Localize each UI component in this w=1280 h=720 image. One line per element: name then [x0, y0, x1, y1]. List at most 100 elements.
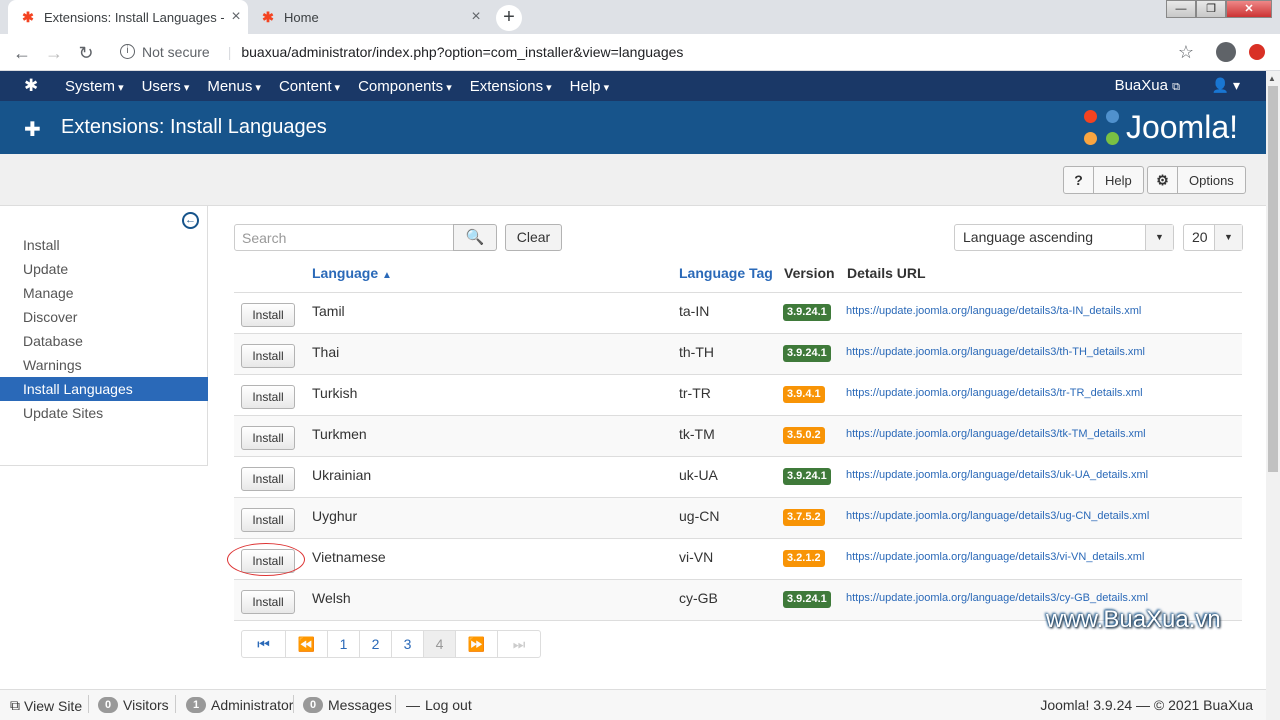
- table-row: Install Tamil ta-IN 3.9.24.1 https://update.…: [234, 293, 1242, 334]
- url-text: buaxua/administrator/index.php?option=co…: [241, 44, 684, 60]
- ordering-select[interactable]: Language ascending ▼: [954, 224, 1174, 251]
- table-row: Install Ukrainian uk-UA 3.9.24.1 https://upd…: [234, 457, 1242, 498]
- new-tab-button[interactable]: +: [496, 5, 522, 31]
- user-menu[interactable]: 👤 ▾: [1212, 77, 1240, 94]
- column-header-language[interactable]: Language ▲: [312, 265, 392, 281]
- joomla-brand-logo: Joomla!: [1083, 109, 1238, 146]
- page-title: Extensions: Install Languages: [61, 116, 327, 138]
- menu-help[interactable]: Help: [570, 78, 609, 95]
- logout-link[interactable]: — Log out: [406, 697, 472, 713]
- details-url-link[interactable]: https://update.joomla.org/language/detai…: [846, 346, 1145, 358]
- language-tag: ta-IN: [679, 303, 710, 319]
- language-name: Turkmen: [312, 426, 367, 442]
- version-badge: 3.5.0.2: [783, 427, 825, 444]
- forward-icon[interactable]: →: [43, 42, 65, 64]
- language-name: Welsh: [312, 590, 351, 606]
- visitors-status[interactable]: 0 Visitors: [98, 697, 169, 713]
- pagination: ⏮ ⏪ 1 2 3 4 ⏩ ⏭: [241, 630, 541, 658]
- menu-content[interactable]: Content: [279, 78, 340, 95]
- install-button[interactable]: Install: [241, 590, 295, 614]
- column-header-language-tag[interactable]: Language Tag: [679, 265, 773, 281]
- language-tag: uk-UA: [679, 467, 718, 483]
- info-icon[interactable]: i: [120, 44, 135, 59]
- minimize-icon[interactable]: —: [1166, 0, 1196, 18]
- question-icon: ?: [1064, 167, 1094, 193]
- browser-tab-active[interactable]: ✱ Extensions: Install Languages - BuaXua…: [8, 0, 248, 34]
- view-site-link[interactable]: ⧉ View Site: [10, 697, 82, 714]
- close-window-icon[interactable]: ✕: [1226, 0, 1272, 18]
- sidebar-item-install-languages[interactable]: Install Languages: [0, 377, 208, 401]
- reload-icon[interactable]: ↻: [75, 42, 97, 64]
- user-icon: 👤: [1211, 77, 1230, 93]
- sidebar-item-discover[interactable]: Discover: [0, 305, 208, 329]
- extension-icon[interactable]: [1249, 44, 1265, 60]
- close-tab-icon[interactable]: ×: [224, 8, 248, 26]
- options-button[interactable]: ⚙ Options: [1147, 166, 1246, 194]
- language-tag: ug-CN: [679, 508, 720, 524]
- sidebar-item-update-sites[interactable]: Update Sites: [0, 401, 208, 425]
- install-button[interactable]: Install: [241, 426, 295, 450]
- menu-users[interactable]: Users: [142, 78, 190, 95]
- page-3[interactable]: 3: [392, 631, 424, 657]
- page-2[interactable]: 2: [360, 631, 392, 657]
- scrollbar-thumb[interactable]: [1268, 86, 1278, 472]
- page-1[interactable]: 1: [328, 631, 360, 657]
- search-input[interactable]: Search: [234, 224, 454, 251]
- sort-ascending-icon: ▲: [382, 270, 392, 281]
- bookmark-star-icon[interactable]: ☆: [1175, 41, 1197, 63]
- details-url-link[interactable]: https://update.joomla.org/language/detai…: [846, 305, 1141, 317]
- page-header: ✚ Extensions: Install Languages Joomla!: [0, 101, 1266, 154]
- previous-page-icon[interactable]: ⏪: [286, 631, 328, 657]
- tab-title: Home: [284, 9, 319, 25]
- details-url-link[interactable]: https://update.joomla.org/language/detai…: [846, 510, 1149, 522]
- admin-top-nav: ✱ System Users Menus Content Components …: [0, 71, 1266, 101]
- administrator-status[interactable]: 1 Administrator: [186, 697, 293, 713]
- clear-button[interactable]: Clear: [505, 224, 562, 251]
- back-icon[interactable]: ←: [11, 42, 33, 64]
- details-url-link[interactable]: https://update.joomla.org/language/detai…: [846, 428, 1146, 440]
- url-field[interactable]: i Not secure | buaxua/administrator/inde…: [108, 38, 1208, 66]
- details-url-link[interactable]: https://update.joomla.org/language/detai…: [846, 387, 1143, 399]
- sidebar-item-update[interactable]: Update: [0, 257, 208, 281]
- install-button[interactable]: Install: [241, 303, 295, 327]
- joomla-logo-icon[interactable]: ✱: [24, 77, 42, 95]
- menu-system[interactable]: System: [65, 78, 124, 95]
- details-url-link[interactable]: https://update.joomla.org/language/detai…: [846, 469, 1148, 481]
- language-tag: vi-VN: [679, 549, 714, 565]
- external-link-icon: ⧉: [10, 697, 20, 713]
- language-tag: cy-GB: [679, 590, 718, 606]
- tab-title: Extensions: Install Languages - BuaXua: [44, 9, 224, 25]
- install-button[interactable]: Install: [241, 385, 295, 409]
- menu-menus[interactable]: Menus: [207, 78, 261, 95]
- brand-name: Joomla!: [1125, 109, 1238, 145]
- puzzle-icon: ✚: [24, 119, 41, 141]
- scroll-up-icon[interactable]: ▲: [1268, 74, 1276, 83]
- sidebar-item-install[interactable]: Install: [0, 233, 208, 257]
- help-button[interactable]: ? Help: [1063, 166, 1144, 194]
- details-url-link[interactable]: https://update.joomla.org/language/detai…: [846, 592, 1148, 604]
- site-link[interactable]: BuaXua ⧉: [1115, 77, 1180, 94]
- maximize-icon[interactable]: ❐: [1196, 0, 1226, 18]
- close-tab-icon[interactable]: ×: [464, 8, 488, 26]
- install-button[interactable]: Install: [241, 467, 295, 491]
- menu-components[interactable]: Components: [358, 78, 452, 95]
- first-page-icon[interactable]: ⏮: [242, 631, 286, 657]
- security-label: Not secure: [142, 44, 210, 60]
- profile-avatar-icon[interactable]: [1216, 42, 1236, 62]
- table-row: Install Turkmen tk-TM 3.5.0.2 https://update…: [234, 416, 1242, 457]
- browser-tab-home[interactable]: ✱ Home ×: [248, 0, 488, 34]
- details-url-link[interactable]: https://update.joomla.org/language/detai…: [846, 551, 1144, 563]
- install-button[interactable]: Install: [241, 508, 295, 532]
- menu-extensions[interactable]: Extensions: [470, 78, 552, 95]
- collapse-sidebar-icon[interactable]: ←: [182, 212, 199, 229]
- sidebar-item-warnings[interactable]: Warnings: [0, 353, 208, 377]
- language-tag: tr-TR: [679, 385, 711, 401]
- install-button[interactable]: Install: [241, 344, 295, 368]
- search-button[interactable]: 🔍: [453, 224, 497, 251]
- limit-select[interactable]: 20 ▼: [1183, 224, 1243, 251]
- messages-status[interactable]: 0 Messages: [303, 697, 392, 713]
- window-controls: — ❐ ✕: [1166, 0, 1272, 18]
- sidebar-item-database[interactable]: Database: [0, 329, 208, 353]
- minus-icon: —: [406, 697, 420, 713]
- sidebar-item-manage[interactable]: Manage: [0, 281, 208, 305]
